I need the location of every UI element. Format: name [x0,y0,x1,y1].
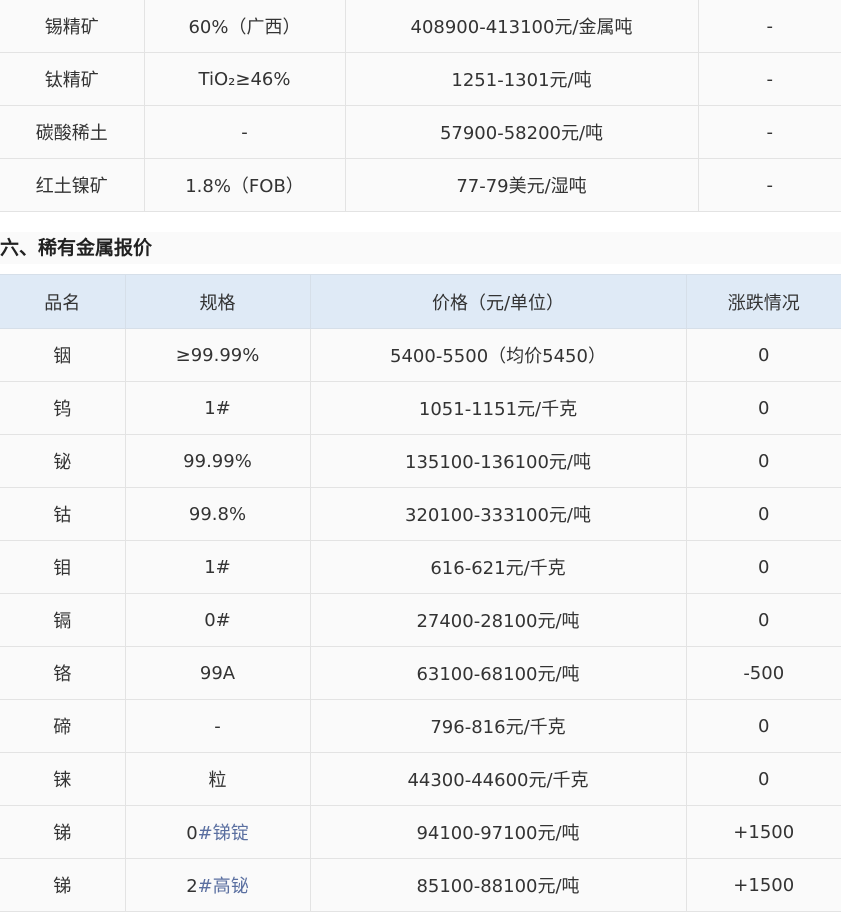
product-name-cell: 红土镍矿 [0,158,145,212]
spec-cell: 0#锑锭 [124,805,311,859]
column-header-spec: 规格 [124,274,311,329]
product-name-cell: 铼 [0,752,126,806]
change-cell: +1500 [685,805,841,859]
product-name-cell: 碲 [0,699,126,753]
price-cell: 616-621元/千克 [309,540,687,594]
spec-cell: 99A [124,646,311,700]
change-cell: 0 [685,699,841,753]
price-cell: 57900-58200元/吨 [344,105,699,159]
spec-prefix: 2 [186,876,198,897]
change-cell: 0 [685,593,841,647]
spec-cell: 60%（广西） [143,0,346,53]
price-cell: 135100-136100元/吨 [309,434,687,488]
price-cell: 27400-28100元/吨 [309,593,687,647]
change-cell: 0 [685,328,841,382]
product-name-cell: 铋 [0,434,126,488]
table-row: 铬 99A 63100-68100元/吨 -500 [0,646,841,700]
table-row: 碳酸稀土 - 57900-58200元/吨 - [0,105,841,159]
change-cell: - [697,105,841,159]
spec-cell: 1# [124,540,311,594]
change-cell: -500 [685,646,841,700]
product-name-cell: 镉 [0,593,126,647]
table-row: 铟 ≥99.99% 5400-5500（均价5450） 0 [0,328,841,382]
price-cell: 796-816元/千克 [309,699,687,753]
section-title: 六、稀有金属报价 [0,232,841,264]
price-cell: 94100-97100元/吨 [309,805,687,859]
spec-cell: - [143,105,346,159]
spec-cell: ≥99.99% [124,328,311,382]
column-header-price: 价格（元/单位） [309,274,687,329]
change-cell: 0 [685,487,841,541]
product-name-cell: 锡精矿 [0,0,145,53]
spec-link-antimony-ingot[interactable]: #锑锭 [198,823,249,844]
table-row: 红土镍矿 1.8%（FOB） 77-79美元/湿吨 - [0,158,841,212]
spec-cell: 0# [124,593,311,647]
table-row: 锡精矿 60%（广西） 408900-413100元/金属吨 - [0,0,841,53]
product-name-cell: 锑 [0,805,126,859]
table-row: 钼 1# 616-621元/千克 0 [0,540,841,594]
table-row: 钨 1# 1051-1151元/千克 0 [0,381,841,435]
spec-cell: 99.8% [124,487,311,541]
change-cell: 0 [685,752,841,806]
price-cell: 320100-333100元/吨 [309,487,687,541]
table-row: 钴 99.8% 320100-333100元/吨 0 [0,487,841,541]
spec-cell: 粒 [124,752,311,806]
spec-prefix: 0 [186,823,198,844]
ore-price-table: 锡精矿 60%（广西） 408900-413100元/金属吨 - 钛精矿 TiO… [0,0,841,212]
spec-cell: - [124,699,311,753]
product-name-cell: 钴 [0,487,126,541]
price-cell: 44300-44600元/千克 [309,752,687,806]
table-row: 钛精矿 TiO₂≥46% 1251-1301元/吨 - [0,52,841,106]
table-row: 铼 粒 44300-44600元/千克 0 [0,752,841,806]
product-name-cell: 钨 [0,381,126,435]
change-cell: 0 [685,434,841,488]
product-name-cell: 锑 [0,858,126,912]
product-name-cell: 铟 [0,328,126,382]
spec-cell: 2#高铋 [124,858,311,912]
spec-link-high-bismuth[interactable]: #高铋 [198,876,249,897]
price-cell: 1051-1151元/千克 [309,381,687,435]
table-row: 碲 - 796-816元/千克 0 [0,699,841,753]
product-name-cell: 碳酸稀土 [0,105,145,159]
spec-cell: 99.99% [124,434,311,488]
column-header-name: 品名 [0,274,126,329]
price-cell: 1251-1301元/吨 [344,52,699,106]
spec-cell: TiO₂≥46% [143,52,346,106]
table-header-row: 品名 规格 价格（元/单位） 涨跌情况 [0,274,841,329]
rare-metal-price-table: 品名 规格 价格（元/单位） 涨跌情况 铟 ≥99.99% 5400-5500（… [0,274,841,912]
product-name-cell: 钼 [0,540,126,594]
change-cell: - [697,158,841,212]
change-cell: 0 [685,381,841,435]
price-cell: 85100-88100元/吨 [309,858,687,912]
product-name-cell: 钛精矿 [0,52,145,106]
table-row: 镉 0# 27400-28100元/吨 0 [0,593,841,647]
change-cell: 0 [685,540,841,594]
price-cell: 77-79美元/湿吨 [344,158,699,212]
price-cell: 408900-413100元/金属吨 [344,0,699,53]
price-cell: 63100-68100元/吨 [309,646,687,700]
column-header-change: 涨跌情况 [685,274,841,329]
change-cell: +1500 [685,858,841,912]
table-row: 锑 2#高铋 85100-88100元/吨 +1500 [0,858,841,912]
product-name-cell: 铬 [0,646,126,700]
change-cell: - [697,0,841,53]
spec-cell: 1.8%（FOB） [143,158,346,212]
table-row: 铋 99.99% 135100-136100元/吨 0 [0,434,841,488]
table-row: 锑 0#锑锭 94100-97100元/吨 +1500 [0,805,841,859]
price-cell: 5400-5500（均价5450） [309,328,687,382]
spec-cell: 1# [124,381,311,435]
change-cell: - [697,52,841,106]
